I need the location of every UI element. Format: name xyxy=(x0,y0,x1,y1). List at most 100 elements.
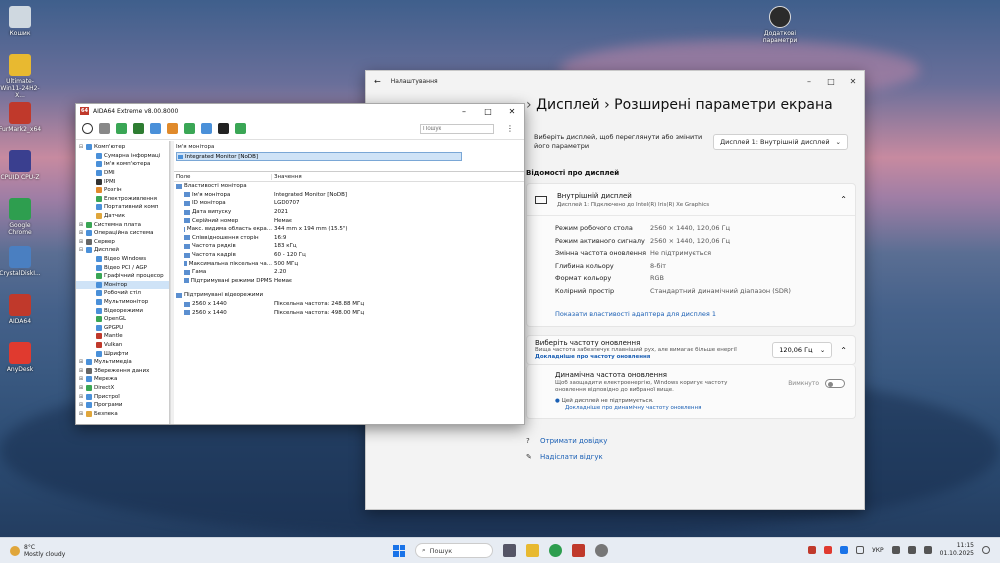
weather-widget[interactable]: 8°C Mostly cloudy xyxy=(10,544,65,558)
language-indicator[interactable]: УКР xyxy=(872,547,884,554)
desktop-icon[interactable]: Google Chrome xyxy=(0,198,40,236)
tree-item[interactable]: ⊟ Дисплей xyxy=(76,246,169,255)
minimize-icon[interactable]: – xyxy=(452,107,476,116)
expand-toggle-icon[interactable]: ⊞ xyxy=(78,385,84,391)
detail-row[interactable]: ID монітора LGD0707 xyxy=(174,199,524,208)
feedback-link[interactable]: ✎ Надіслати відгук xyxy=(526,449,856,465)
motherboard-icon[interactable] xyxy=(133,123,144,134)
memory-icon[interactable] xyxy=(116,123,127,134)
display-header[interactable]: Внутрішній дисплей Дисплей 1: Підключено… xyxy=(527,184,855,216)
expand-toggle-icon[interactable]: ⊞ xyxy=(78,230,84,236)
refresh-icon[interactable] xyxy=(82,123,93,134)
desktop-icon[interactable]: FurMark2_x64 xyxy=(0,102,41,133)
desktop-icon-right[interactable]: Додаткові параметри xyxy=(760,6,800,44)
tree-item[interactable]: Шрифти xyxy=(76,349,169,358)
tree-item[interactable]: Відеорежими xyxy=(76,306,169,315)
tree-item[interactable]: ⊞ Програми xyxy=(76,401,169,410)
tree-item[interactable]: Мультимонітор xyxy=(76,298,169,307)
tree-item[interactable]: Портативний комп xyxy=(76,203,169,212)
tree-item[interactable]: ⊞ Мультимедіа xyxy=(76,358,169,367)
tree-item[interactable]: ⊞ Мережа xyxy=(76,375,169,384)
volume-icon[interactable] xyxy=(907,546,916,554)
wifi-icon[interactable] xyxy=(891,546,900,554)
clock[interactable]: 11:15 01.10.2025 xyxy=(940,542,974,558)
tree-item[interactable]: Монітор xyxy=(76,280,169,290)
tree-item[interactable]: ⊞ Пристрої xyxy=(76,392,169,401)
tree-item[interactable]: Відео Windows xyxy=(76,255,169,264)
tree-item[interactable]: ⊞ DirectX xyxy=(76,384,169,393)
menu-dots-icon[interactable]: ⋮ xyxy=(506,124,514,133)
tree-item[interactable]: ⊟ Комп'ютер xyxy=(76,143,169,152)
col-field[interactable]: Поле xyxy=(174,173,272,180)
tray-app-icon[interactable] xyxy=(824,546,833,554)
tree-item[interactable]: ⊞ Безпека xyxy=(76,409,169,418)
detail-row[interactable]: Ім'я монітора Integrated Monitor [NoDB] xyxy=(174,191,524,200)
network-icon[interactable] xyxy=(150,123,161,134)
tree-item[interactable]: IPMI xyxy=(76,177,169,186)
tray-chevron-icon[interactable] xyxy=(856,546,865,554)
close-icon[interactable]: ✕ xyxy=(842,77,864,86)
detail-row[interactable]: Гама 2.20 xyxy=(174,268,524,277)
tree-item[interactable]: DMI xyxy=(76,169,169,178)
desktop-icon[interactable]: CPUID CPU-Z xyxy=(0,150,40,181)
expand-toggle-icon[interactable]: ⊞ xyxy=(78,368,84,374)
tray-app-icon[interactable] xyxy=(808,546,817,554)
tree-item[interactable]: Електроживлення xyxy=(76,195,169,204)
user-icon[interactable] xyxy=(201,123,212,134)
file-explorer-icon[interactable] xyxy=(526,544,539,557)
gauge-icon[interactable] xyxy=(235,123,246,134)
tree-item[interactable]: Робочий стіл xyxy=(76,289,169,298)
task-view-icon[interactable] xyxy=(503,544,516,557)
display-select[interactable]: Дисплей 1: Внутрішній дисплей ⌄ xyxy=(713,134,848,150)
detail-row[interactable]: Серійний номер Немає xyxy=(174,216,524,225)
get-help-link[interactable]: ? Отримати довідку xyxy=(526,433,856,449)
detail-group-row[interactable]: Властивості монітора xyxy=(174,182,524,191)
tree-item[interactable]: OpenGL xyxy=(76,315,169,324)
expand-toggle-icon[interactable]: ⊞ xyxy=(78,222,84,228)
detail-row[interactable]: Частота кадрів 60 - 120 Гц xyxy=(174,251,524,260)
maximize-icon[interactable]: □ xyxy=(476,107,500,116)
expand-toggle-icon[interactable]: ⊞ xyxy=(78,239,84,245)
notification-bell-icon[interactable] xyxy=(982,546,990,554)
expand-toggle-icon[interactable]: ⊞ xyxy=(78,402,84,408)
detail-row[interactable]: 2560 x 1440 Піксельна частота: 248.88 МГц xyxy=(174,300,524,309)
tree-item[interactable]: Сумарна інформаці xyxy=(76,152,169,161)
desktop-icon[interactable]: AIDA64 xyxy=(0,294,40,325)
refresh-rate-select[interactable]: 120,06 Гц ⌄ xyxy=(772,342,833,358)
desktop-icon[interactable]: AnyDesk xyxy=(0,342,40,373)
settings-gear-icon[interactable] xyxy=(595,544,608,557)
minimize-icon[interactable]: – xyxy=(798,77,820,86)
desktop-icon[interactable]: Ultimate-Win11-24H2-X... xyxy=(0,54,40,99)
detail-row[interactable]: Частота рядків 183 кГц xyxy=(174,242,524,251)
chevron-up-icon[interactable]: ⌃ xyxy=(840,346,847,355)
chevron-up-icon[interactable]: ⌃ xyxy=(840,195,847,204)
close-icon[interactable]: ✕ xyxy=(500,107,524,116)
expand-toggle-icon[interactable]: ⊞ xyxy=(78,376,84,382)
dynamic-refresh-link[interactable]: Докладніше про динамічну частоту оновлен… xyxy=(555,405,847,412)
osd-icon[interactable] xyxy=(218,123,229,134)
flame-icon[interactable] xyxy=(167,123,178,134)
desktop-icon[interactable]: Кошик xyxy=(0,6,40,37)
expand-toggle-icon[interactable]: ⊞ xyxy=(78,359,84,365)
back-arrow-icon[interactable]: ← xyxy=(374,77,381,86)
tray-cloud-icon[interactable] xyxy=(840,546,849,554)
report-icon[interactable] xyxy=(99,123,110,134)
expand-toggle-icon[interactable]: ⊟ xyxy=(78,144,84,150)
graph-icon[interactable] xyxy=(184,123,195,134)
detail-row[interactable]: Співвідношення сторін 16:9 xyxy=(174,234,524,243)
breadcrumb-display[interactable]: Дисплей xyxy=(536,97,600,113)
refresh-more-link[interactable]: Докладніше про частоту оновлення xyxy=(535,354,650,360)
col-value[interactable]: Значення xyxy=(272,174,302,180)
tree-item[interactable]: ⊞ Сервер xyxy=(76,238,169,247)
desktop-icon[interactable]: CrystalDiskI... xyxy=(0,246,41,277)
tree-item[interactable]: Vulkan xyxy=(76,341,169,350)
tree-item[interactable]: ⊞ Системна плата xyxy=(76,220,169,229)
dynamic-refresh-toggle[interactable] xyxy=(825,379,845,388)
start-icon[interactable] xyxy=(393,544,405,557)
battery-icon[interactable] xyxy=(923,546,932,554)
tree-item[interactable]: ⊞ Збереження даних xyxy=(76,366,169,375)
expand-toggle-icon[interactable]: ⊞ xyxy=(78,411,84,417)
detail-row[interactable]: Підтримувані режими DPMS Немає xyxy=(174,277,524,286)
expand-toggle-icon[interactable]: ⊞ xyxy=(78,394,84,400)
tree-item[interactable]: Розгін xyxy=(76,186,169,195)
